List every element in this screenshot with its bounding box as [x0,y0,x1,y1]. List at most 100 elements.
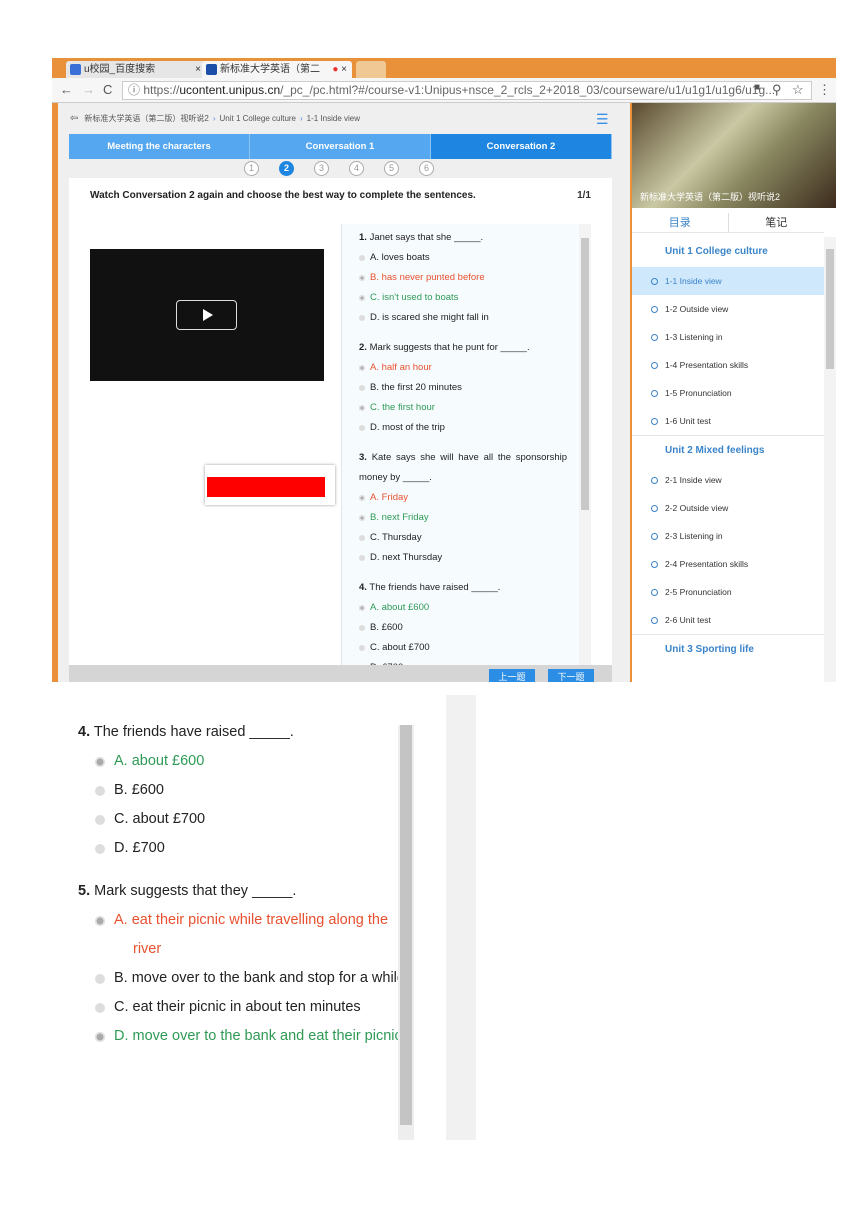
play-icon[interactable] [176,300,237,330]
unit-group: Unit 2 Mixed feelings 2-1 Inside view 2-2 … [632,436,824,635]
answer-option[interactable]: D. £700 [52,834,446,863]
breadcrumb-course[interactable]: 新标准大学英语（第二版）视听说2 [84,114,208,123]
hamburger-menu-icon[interactable]: ☰ [596,111,609,128]
answer-option[interactable]: A. loves boats [342,248,579,268]
question-text: 4. The friends have raised _____. [342,578,579,598]
option-text: B. has never punted before [370,272,485,283]
answer-option[interactable]: A. Friday [342,488,579,508]
step-5[interactable]: 5 [384,161,399,176]
answer-option[interactable]: D. next Thursday [342,548,579,568]
unit-title[interactable]: Unit 1 College culture [632,237,824,267]
tab-conversation-1[interactable]: Conversation 1 [250,134,431,159]
answer-option[interactable]: B. £600 [342,618,579,638]
tab-contents[interactable]: 目录 [632,213,729,232]
bottom-bar: 上一题 下一题 [69,665,612,682]
answer-option[interactable]: A. eat their picnic while travelling alo… [52,906,446,964]
browser-window: u校园_百度搜索 × 新标准大学英语（第二 ● × ← → C ⓘ https://… [52,58,836,682]
answer-option[interactable]: B. £600 [52,776,446,805]
close-tab-icon[interactable]: × [195,61,201,78]
toc-item[interactable]: 2-5 Pronunciation [632,578,824,606]
reload-icon[interactable]: C [103,82,112,97]
toc-item[interactable]: 1-1 Inside view [632,267,824,295]
main-content: ⇦ 新标准大学英语（第二版）视听说2 › Unit 1 College culture… [58,103,630,682]
close-tab-icon[interactable]: ● × [332,61,347,78]
question-text: 3. Kate says she will have all the spons… [342,448,579,488]
toc-item[interactable]: 2-4 Presentation skills [632,550,824,578]
questions-scrollbar[interactable] [579,224,591,665]
option-text: B. the first 20 minutes [370,382,462,393]
back-icon[interactable]: ← [60,82,73,97]
toc-item[interactable]: 2-6 Unit test [632,606,824,634]
answer-option[interactable]: C. about £700 [342,638,579,658]
question-number: 1. [359,232,367,243]
zoom-icon[interactable]: ⚲ [772,82,782,98]
camera-icon[interactable]: ■ [754,82,760,93]
option-text: D. is scared she might fall in [370,312,489,323]
question-prompt: Mark suggests that he punt for _____. [369,342,530,353]
answer-option[interactable]: B. move over to the bank and stop for a … [52,964,446,993]
answer-option[interactable]: D. move over to the bank and eat their p… [52,1022,446,1051]
breadcrumb: ⇦ 新标准大学英语（第二版）视听说2 › Unit 1 College culture… [70,113,360,124]
back-arrow-icon[interactable]: ⇦ [70,113,78,124]
sidebar-scrollbar[interactable] [824,237,836,682]
url-input[interactable]: ⓘ https://ucontent.unipus.cn/_pc_/pc.htm… [122,81,812,100]
scrollbar-thumb[interactable] [400,725,412,1125]
question-prompt: The friends have raised _____. [93,724,294,740]
page-count: 1/1 [577,190,591,201]
toc-item[interactable]: 1-5 Pronunciation [632,379,824,407]
answer-option[interactable]: C. isn't used to boats [342,288,579,308]
answer-option[interactable]: B. has never punted before [342,268,579,288]
toc-item[interactable]: 2-3 Listening in [632,522,824,550]
tab-notes[interactable]: 笔记 [729,213,825,232]
bookmark-star-icon[interactable]: ☆ [792,82,804,98]
toc-item[interactable]: 1-2 Outside view [632,295,824,323]
toc-item[interactable]: 2-1 Inside view [632,466,824,494]
browser-tab-baidu[interactable]: u校园_百度搜索 × [66,61,206,78]
video-player[interactable] [90,249,324,381]
toc-item[interactable]: 2-2 Outside view [632,494,824,522]
zoomed-scrollbar[interactable] [398,725,414,1140]
answer-option[interactable]: A. about £600 [342,598,579,618]
toc-item[interactable]: 1-6 Unit test [632,407,824,435]
address-bar-row: ← → C ⓘ https://ucontent.unipus.cn/_pc_/… [52,78,836,103]
step-6[interactable]: 6 [419,161,434,176]
unit-title[interactable]: Unit 3 Sporting life [632,635,824,665]
question-text: 2. Mark suggests that he punt for _____. [342,338,579,358]
question-number: 3. [359,452,367,463]
toc-item[interactable]: 1-3 Listening in [632,323,824,351]
questions-pane: 1. Janet says that she _____. A. loves bo… [341,224,579,665]
option-text: A. loves boats [370,252,430,263]
answer-option[interactable]: C. about £700 [52,805,446,834]
answer-option[interactable]: D. £700 [342,658,579,665]
new-tab-button[interactable] [356,61,386,78]
answer-option[interactable]: C. Thursday [342,528,579,548]
browser-tab-unipus[interactable]: 新标准大学英语（第二 ● × [202,61,352,78]
sidebar-tabs: 目录 笔记 [632,213,824,233]
forward-icon[interactable]: → [82,82,95,97]
next-question-button[interactable]: 下一题 [548,669,594,682]
option-text: D. most of the trip [370,422,445,433]
tab-conversation-2[interactable]: Conversation 2 [431,134,612,159]
option-text: B. next Friday [370,512,429,523]
scrollbar-thumb[interactable] [581,238,589,510]
prev-question-button[interactable]: 上一题 [489,669,535,682]
step-1[interactable]: 1 [244,161,259,176]
menu-kebab-icon[interactable]: ⋮ [818,82,831,98]
tab-meeting-the-characters[interactable]: Meeting the characters [69,134,250,159]
answer-option[interactable]: A. about £600 [52,747,446,776]
answer-option[interactable]: C. the first hour [342,398,579,418]
step-4[interactable]: 4 [349,161,364,176]
breadcrumb-unit[interactable]: Unit 1 College culture [220,114,296,123]
scrollbar-thumb[interactable] [826,249,834,369]
question-number: 4. [78,724,91,740]
answer-option[interactable]: B. the first 20 minutes [342,378,579,398]
step-3[interactable]: 3 [314,161,329,176]
answer-option[interactable]: A. half an hour [342,358,579,378]
answer-option[interactable]: B. next Friday [342,508,579,528]
answer-option[interactable]: D. is scared she might fall in [342,308,579,328]
toc-item[interactable]: 1-4 Presentation skills [632,351,824,379]
unit-title[interactable]: Unit 2 Mixed feelings [632,436,824,466]
answer-option[interactable]: C. eat their picnic in about ten minutes [52,993,446,1022]
step-2[interactable]: 2 [279,161,294,176]
answer-option[interactable]: D. most of the trip [342,418,579,438]
